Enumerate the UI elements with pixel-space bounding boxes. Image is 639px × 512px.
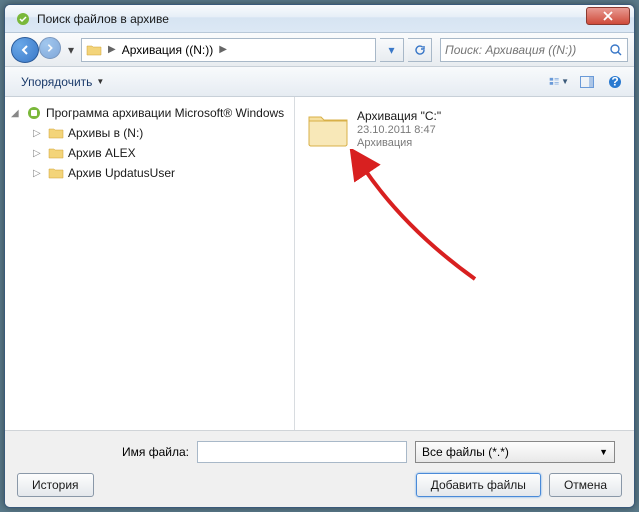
folder-icon bbox=[48, 125, 64, 141]
footer: Имя файла: Все файлы (*.*) ▼ История Доб… bbox=[5, 430, 634, 507]
navbar: ▾ ▶ Архивация ((N:)) ▶ ▾ bbox=[5, 33, 634, 67]
tree-item[interactable]: ▷ Архив UpdatusUser bbox=[5, 163, 294, 183]
breadcrumb[interactable]: ▶ Архивация ((N:)) ▶ bbox=[81, 38, 376, 62]
forward-button[interactable] bbox=[39, 37, 61, 59]
app-icon bbox=[15, 11, 31, 27]
file-item[interactable]: Архивация "C:" 23.10.2011 8:47 Архивация bbox=[303, 105, 626, 153]
cancel-button[interactable]: Отмена bbox=[549, 473, 622, 497]
preview-pane-button[interactable] bbox=[576, 72, 598, 92]
tree-item-label: Архив UpdatusUser bbox=[68, 166, 175, 180]
add-files-button[interactable]: Добавить файлы bbox=[416, 473, 541, 497]
toolbar: Упорядочить ▼ ▼ ? bbox=[5, 67, 634, 97]
sidebar: ◢ Программа архивации Microsoft® Windows… bbox=[5, 97, 295, 430]
svg-text:?: ? bbox=[611, 75, 618, 89]
backup-program-icon bbox=[26, 105, 42, 121]
tree-item-label: Архив ALEX bbox=[68, 146, 136, 160]
back-button[interactable] bbox=[11, 37, 39, 63]
search-icon bbox=[609, 43, 623, 57]
file-name: Архивация "C:" bbox=[357, 109, 441, 123]
folder-icon bbox=[307, 109, 349, 147]
dialog-window: Поиск файлов в архиве ▾ ▶ Архивация ((N:… bbox=[4, 4, 635, 508]
organize-label: Упорядочить bbox=[21, 75, 92, 89]
chevron-right-icon[interactable]: ▶ bbox=[217, 44, 229, 55]
titlebar: Поиск файлов в архиве bbox=[5, 5, 634, 33]
tree-item-label: Архивы в (N:) bbox=[68, 126, 143, 140]
file-date: 23.10.2011 8:47 bbox=[357, 124, 441, 136]
collapse-icon[interactable]: ◢ bbox=[11, 108, 22, 119]
chevron-down-icon: ▼ bbox=[96, 77, 104, 86]
history-button[interactable]: История bbox=[17, 473, 94, 497]
breadcrumb-dropdown[interactable]: ▾ bbox=[380, 38, 404, 62]
search-box[interactable] bbox=[440, 38, 628, 62]
folder-icon bbox=[48, 165, 64, 181]
folder-icon bbox=[48, 145, 64, 161]
chevron-down-icon: ▼ bbox=[599, 447, 608, 457]
organize-button[interactable]: Упорядочить ▼ bbox=[13, 71, 112, 93]
tree-item[interactable]: ▷ Архив ALEX bbox=[5, 143, 294, 163]
nav-history-dropdown[interactable]: ▾ bbox=[65, 37, 77, 63]
nav-arrows bbox=[11, 37, 61, 63]
filename-input[interactable] bbox=[197, 441, 407, 463]
content-pane[interactable]: Архивация "C:" 23.10.2011 8:47 Архивация bbox=[295, 97, 634, 430]
body: ◢ Программа архивации Microsoft® Windows… bbox=[5, 97, 634, 430]
search-input[interactable] bbox=[445, 43, 609, 57]
breadcrumb-segment[interactable]: Архивация ((N:)) bbox=[118, 39, 218, 61]
filename-label: Имя файла: bbox=[17, 445, 197, 459]
expand-icon[interactable]: ▷ bbox=[33, 168, 44, 179]
annotation-arrow bbox=[345, 149, 485, 289]
tree-item[interactable]: ▷ Архивы в (N:) bbox=[5, 123, 294, 143]
chevron-down-icon: ▼ bbox=[561, 77, 569, 86]
expand-icon[interactable]: ▷ bbox=[33, 148, 44, 159]
help-button[interactable]: ? bbox=[604, 72, 626, 92]
tree-root[interactable]: ◢ Программа архивации Microsoft® Windows bbox=[5, 103, 294, 123]
tree-root-label: Программа архивации Microsoft® Windows bbox=[46, 106, 284, 120]
filetype-select[interactable]: Все файлы (*.*) ▼ bbox=[415, 441, 615, 463]
close-button[interactable] bbox=[586, 7, 630, 25]
chevron-right-icon[interactable]: ▶ bbox=[106, 44, 118, 55]
filetype-value: Все файлы (*.*) bbox=[422, 445, 509, 459]
folder-icon bbox=[86, 42, 102, 58]
refresh-button[interactable] bbox=[408, 38, 432, 62]
window-title: Поиск файлов в архиве bbox=[37, 12, 586, 26]
expand-icon[interactable]: ▷ bbox=[33, 128, 44, 139]
view-options-button[interactable]: ▼ bbox=[548, 72, 570, 92]
file-meta: Архивация "C:" 23.10.2011 8:47 Архивация bbox=[357, 109, 441, 149]
file-type: Архивация bbox=[357, 137, 441, 149]
